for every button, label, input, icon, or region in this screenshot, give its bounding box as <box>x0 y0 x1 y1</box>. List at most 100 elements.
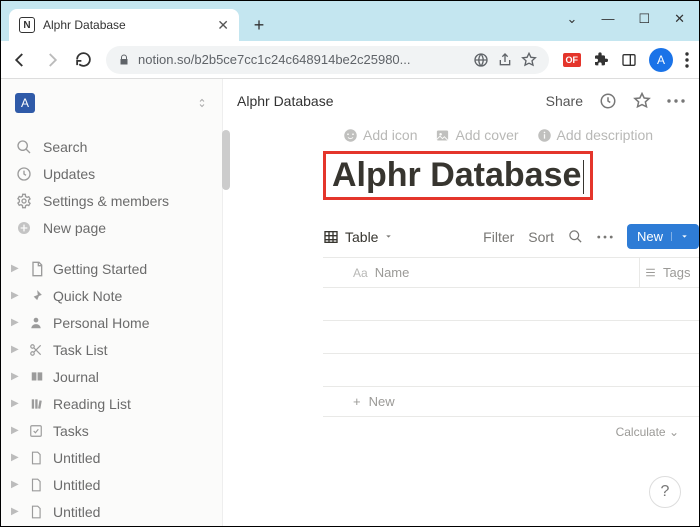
sidebar-item-label: Search <box>43 139 87 155</box>
chevron-right-icon[interactable]: ▶ <box>11 398 25 409</box>
database-toolbar: Table Filter Sort New <box>323 224 699 258</box>
forward-button[interactable] <box>43 51 61 69</box>
sidebar-page-untitled[interactable]: ▶ Untitled <box>5 471 218 498</box>
sidebar-page-untitled[interactable]: ▶ Untitled <box>5 498 218 525</box>
chevron-down-icon: ⌄ <box>669 425 679 439</box>
table-row[interactable] <box>323 288 699 321</box>
new-tab-button[interactable]: + <box>245 11 273 39</box>
page-title-wrap[interactable]: Alphr Database <box>323 151 699 200</box>
sidebar-item-label: Settings & members <box>43 193 169 209</box>
sidebar-page-untitled[interactable]: ▶Untitled <box>5 444 218 471</box>
browser-menu-icon[interactable] <box>685 52 689 68</box>
favorite-icon[interactable] <box>633 92 651 110</box>
back-button[interactable] <box>11 51 29 69</box>
sidebar-page-label: Untitled <box>53 477 100 493</box>
filter-button[interactable]: Filter <box>483 229 514 245</box>
page-icon <box>29 478 49 492</box>
reload-button[interactable] <box>75 51 92 68</box>
text-cursor <box>583 160 584 194</box>
view-switcher[interactable]: Table <box>323 229 393 245</box>
workspace-switcher[interactable]: A <box>5 87 218 119</box>
sidebar-search[interactable]: Search <box>5 133 218 160</box>
bookmark-icon[interactable] <box>521 52 537 68</box>
tab-title: Alphr Database <box>43 18 209 32</box>
sidebar-page-journal[interactable]: ▶ Journal <box>5 363 218 390</box>
sidebar-page-reading-list[interactable]: ▶ Reading List <box>5 390 218 417</box>
table-row[interactable] <box>323 354 699 387</box>
new-dropdown-icon[interactable] <box>671 232 689 241</box>
sidebar-page-label: Personal Home <box>53 315 150 331</box>
browser-tab[interactable]: N Alphr Database ✕ <box>9 9 239 41</box>
help-button[interactable]: ? <box>649 476 681 508</box>
profile-avatar[interactable]: A <box>649 48 673 72</box>
chevron-right-icon[interactable]: ▶ <box>11 506 25 517</box>
plus-circle-icon <box>15 220 33 236</box>
scissors-icon <box>29 343 49 357</box>
db-more-icon[interactable] <box>597 235 613 239</box>
close-window-icon[interactable]: ✕ <box>674 11 685 27</box>
extension-of-badge[interactable]: OF <box>563 53 582 67</box>
tab-close-icon[interactable]: ✕ <box>217 17 229 34</box>
page-meta-row: Add icon Add cover Add description <box>323 123 699 151</box>
page-menu-icon[interactable] <box>667 99 685 103</box>
sidebar: A Search Updates Settings & members New … <box>1 79 223 526</box>
extensions-icon[interactable] <box>593 52 609 68</box>
updates-icon[interactable] <box>599 92 617 110</box>
add-icon-button[interactable]: Add icon <box>343 127 417 143</box>
minimize-icon[interactable]: — <box>601 11 614 27</box>
column-tags[interactable]: Tags <box>639 258 699 287</box>
new-button[interactable]: New <box>627 224 699 249</box>
table-row[interactable] <box>323 321 699 354</box>
chevron-right-icon[interactable]: ▶ <box>11 452 25 463</box>
maximize-icon[interactable]: ☐ <box>638 11 650 27</box>
share-url-icon[interactable] <box>497 52 513 68</box>
extension-icons: OF A <box>563 48 690 72</box>
url-text: notion.so/b2b5ce7cc1c24c648914be2c25980.… <box>138 52 465 67</box>
breadcrumb[interactable]: Alphr Database <box>237 93 334 109</box>
add-cover-button[interactable]: Add cover <box>435 127 518 143</box>
sidepanel-icon[interactable] <box>621 52 637 68</box>
sidebar-page-task-list[interactable]: ▶Task List <box>5 336 218 363</box>
calculate-button[interactable]: Calculate ⌄ <box>323 417 699 439</box>
app-content: A Search Updates Settings & members New … <box>1 79 699 526</box>
sidebar-item-label: New page <box>43 220 106 236</box>
chevron-right-icon[interactable]: ▶ <box>11 317 25 328</box>
chevron-right-icon[interactable]: ▶ <box>11 290 25 301</box>
database-header: AaName Tags <box>323 258 699 288</box>
clock-icon <box>15 166 33 182</box>
sidebar-page-personal-home[interactable]: ▶ Personal Home <box>5 309 218 336</box>
check-icon <box>29 424 49 438</box>
url-bar[interactable]: notion.so/b2b5ce7cc1c24c648914be2c25980.… <box>106 46 549 74</box>
chevron-right-icon[interactable]: ▶ <box>11 371 25 382</box>
sidebar-new-page[interactable]: New page <box>5 214 218 241</box>
sidebar-page-quick-note[interactable]: ▶Quick Note <box>5 282 218 309</box>
chevron-right-icon[interactable]: ▶ <box>11 425 25 436</box>
sidebar-page-label: Untitled <box>53 504 100 520</box>
sidebar-page-tasks[interactable]: ▶Tasks <box>5 417 218 444</box>
window-controls: ⌄ — ☐ ✕ <box>567 11 699 41</box>
column-name[interactable]: AaName <box>323 258 639 287</box>
new-row-button[interactable]: +New <box>323 387 699 417</box>
search-db-icon[interactable] <box>568 229 583 244</box>
booklist-icon <box>29 397 49 411</box>
sidebar-page-label: Getting Started <box>53 261 147 277</box>
sidebar-page-label: Reading List <box>53 396 131 412</box>
page-body: Add icon Add cover Add description Alphr… <box>223 123 699 439</box>
add-description-button[interactable]: Add description <box>537 127 654 143</box>
sidebar-updates[interactable]: Updates <box>5 160 218 187</box>
main-area: Alphr Database Share Add icon Add cover … <box>223 79 699 526</box>
chevron-right-icon[interactable]: ▶ <box>11 263 25 274</box>
plus-icon: + <box>353 394 361 409</box>
chevron-right-icon[interactable]: ▶ <box>11 479 25 490</box>
chevron-down-icon[interactable]: ⌄ <box>567 11 578 27</box>
sidebar-settings[interactable]: Settings & members <box>5 187 218 214</box>
chevron-right-icon[interactable]: ▶ <box>11 344 25 355</box>
sidebar-page-getting-started[interactable]: ▶ Getting Started <box>5 255 218 282</box>
translate-icon[interactable] <box>473 52 489 68</box>
sidebar-page-label: Journal <box>53 369 99 385</box>
browser-titlebar: N Alphr Database ✕ + ⌄ — ☐ ✕ <box>1 1 699 41</box>
sort-button[interactable]: Sort <box>528 229 554 245</box>
sidebar-item-label: Updates <box>43 166 95 182</box>
share-button[interactable]: Share <box>546 93 583 109</box>
search-icon <box>15 139 33 155</box>
